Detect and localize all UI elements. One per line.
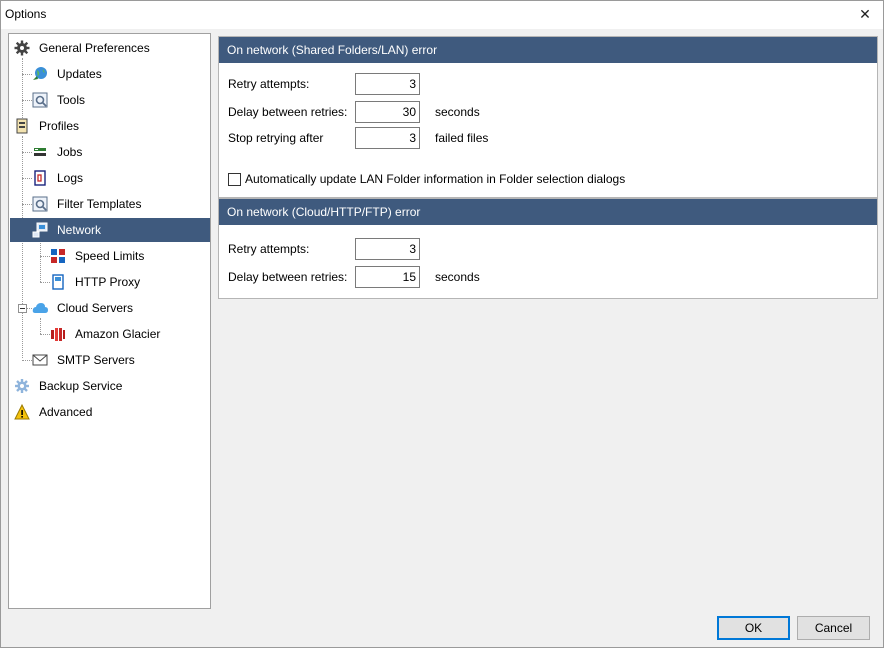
ok-button[interactable]: OK [717,616,790,640]
cloud-delay-input[interactable]: 15 [355,266,420,288]
warning-icon [13,403,31,421]
tree-item-label: Amazon Glacier [75,327,161,341]
auto-update-lan-checkbox[interactable] [228,172,241,186]
tree-item-label: Cloud Servers [57,301,134,315]
tree-item-general-preferences[interactable]: General Preferences [13,36,152,60]
tree-item-label: Backup Service [39,379,123,393]
failed-files-label: failed files [435,131,489,145]
auto-update-lan-label: Automatically update LAN Folder informat… [245,172,626,186]
filter-icon [31,195,49,213]
title-bar: Options ✕ [1,1,883,29]
cancel-button[interactable]: Cancel [797,616,870,640]
close-icon: ✕ [859,5,871,22]
profiles-icon [13,117,31,135]
close-button[interactable]: ✕ [853,3,877,25]
gear-icon [13,39,31,57]
lan-retry-attempts-input[interactable]: 3 [355,73,420,95]
stop-retrying-label: Stop retrying after [228,131,324,145]
seconds-label: seconds [435,270,480,284]
tree-item-profiles[interactable]: Profiles [13,114,81,138]
cloud-icon [31,299,49,317]
tree-item-label: Speed Limits [75,249,145,263]
tree-item-label: HTTP Proxy [75,275,141,289]
delay-label: Delay between retries: [228,105,348,119]
lan-section-header: On network (Shared Folders/LAN) error [219,37,877,63]
tree-item-label: Tools [57,93,86,107]
cloud-servers-collapse-toggle[interactable] [18,304,27,313]
tree-item-amazon-glacier[interactable]: Amazon Glacier [49,322,162,346]
globe-icon [31,65,49,83]
cloud-retry-attempts-input[interactable]: 3 [355,238,420,260]
tree-item-filter-templates[interactable]: Filter Templates [31,192,143,216]
delay-label: Delay between retries: [228,270,348,284]
tools-icon [31,91,49,109]
tree-connector [40,318,41,334]
ok-button-label: OK [744,621,763,635]
tree-item-tools[interactable]: Tools [31,88,87,112]
options-tree[interactable]: General Preferences Updates Tools Profil… [8,33,211,609]
tree-item-updates[interactable]: Updates [31,62,104,86]
logs-icon [31,169,49,187]
section-title: On network (Shared Folders/LAN) error [227,43,438,57]
cancel-button-label: Cancel [814,621,853,635]
tree-item-speed-limits[interactable]: Speed Limits [49,244,146,268]
jobs-icon [31,143,49,161]
tree-item-label: Network [57,223,102,237]
tree-item-smtp-servers[interactable]: SMTP Servers [31,348,137,372]
window-title: Options [5,7,47,21]
tree-connector [40,240,41,282]
tree-item-http-proxy[interactable]: HTTP Proxy [49,270,142,294]
tree-item-label: Jobs [57,145,83,159]
tree-item-label: SMTP Servers [57,353,135,367]
tree-item-label: Profiles [39,119,80,133]
retry-attempts-label: Retry attempts: [228,77,310,91]
tree-item-cloud-servers[interactable]: Cloud Servers [31,296,135,320]
tree-item-label: Advanced [39,405,93,419]
network-icon [31,221,49,239]
tree-item-jobs[interactable]: Jobs [31,140,84,164]
tree-item-label: Filter Templates [57,197,142,211]
tree-item-label: Logs [57,171,84,185]
tree-item-network[interactable]: Network [10,218,210,242]
tree-item-advanced[interactable]: Advanced [13,400,94,424]
service-gear-icon [13,377,31,395]
lan-delay-input[interactable]: 30 [355,101,420,123]
cloud-error-panel: On network (Cloud/HTTP/FTP) error Retry … [218,198,878,299]
mail-icon [31,351,49,369]
tree-connector [22,136,23,358]
auto-update-lan-checkbox-row[interactable]: Automatically update LAN Folder informat… [228,172,625,186]
tree-item-label: General Preferences [39,41,150,55]
tree-item-logs[interactable]: Logs [31,166,85,190]
retry-attempts-label: Retry attempts: [228,242,310,256]
amazon-glacier-icon [49,325,67,343]
tree-connector [22,58,23,120]
tree-item-label: Updates [57,67,102,81]
lan-stop-retrying-input[interactable]: 3 [355,127,420,149]
seconds-label: seconds [435,105,480,119]
lan-error-panel: On network (Shared Folders/LAN) error Re… [218,36,878,198]
speed-icon [49,247,67,265]
cloud-section-header: On network (Cloud/HTTP/FTP) error [219,199,877,225]
proxy-icon [49,273,67,291]
section-title: On network (Cloud/HTTP/FTP) error [227,205,421,219]
tree-item-backup-service[interactable]: Backup Service [13,374,124,398]
